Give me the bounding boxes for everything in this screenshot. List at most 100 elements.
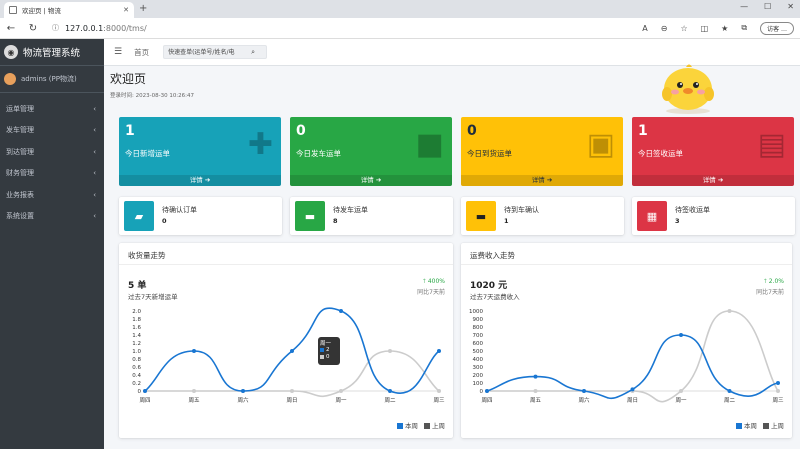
box-icon: ▦ — [637, 201, 667, 231]
data-point — [630, 387, 635, 392]
info-box-value: 0 — [296, 123, 306, 139]
search-input[interactable] — [164, 46, 251, 58]
data-point — [437, 389, 441, 393]
small-box-title: 待签收运单 — [675, 206, 710, 214]
close-tab-icon[interactable]: ✕ — [123, 6, 129, 14]
sidebar-item-dispatch[interactable]: 发车管理 ‹ — [0, 120, 104, 142]
small-box-pending-confirm[interactable]: ▰ 待确认订单 0 — [119, 197, 282, 235]
small-box-title: 待发车运单 — [333, 206, 368, 214]
chart-headline: 5 单 — [128, 281, 147, 291]
x-tick-label: 周三 — [433, 397, 445, 404]
logo-icon: ◉ — [4, 45, 18, 59]
user-panel[interactable]: admins (PP物流) — [0, 66, 104, 93]
chevron-left-icon: ‹ — [93, 126, 96, 135]
search-icon[interactable]: ⌕ — [251, 48, 255, 57]
y-tick-label: 1000 — [469, 309, 483, 315]
legend-item[interactable]: 本周 — [397, 420, 418, 430]
data-point — [290, 349, 294, 353]
y-tick-label: 2.0 — [132, 309, 141, 315]
x-tick-label: 周一 — [675, 397, 687, 404]
folder-open-icon: ▰ — [124, 201, 154, 231]
data-point — [679, 333, 683, 337]
refresh-icon[interactable]: ↻ — [22, 23, 44, 34]
details-link[interactable]: 详情 ➔ — [461, 175, 623, 186]
x-tick-label: 周五 — [530, 397, 542, 404]
arrow-circle-right-icon: ➔ — [546, 176, 553, 184]
line-chart[interactable]: 0 100 200 300 400 500 600 700 800 900 1000 周四 周五 周六 周日… — [461, 303, 792, 418]
url-host: 127.0.0.1 — [65, 23, 104, 33]
y-tick-label: 200 — [473, 373, 484, 379]
menu-toggle-icon[interactable]: ☰ — [114, 47, 122, 57]
sidebar-menu: 运单管理 ‹ 发车管理 ‹ 到达管理 ‹ 财务管理 ‹ 业务报表 ‹ 系统设置 ‹ — [0, 93, 104, 227]
details-link[interactable]: 详情 ➔ — [119, 175, 281, 186]
small-box-value: 1 — [504, 217, 509, 225]
favorite-star-icon[interactable]: ☆ — [680, 24, 687, 33]
guest-profile-button[interactable]: 访客 … — [760, 21, 794, 35]
url-field[interactable]: ⓘ 127.0.0.1:8000/tms/ — [52, 23, 147, 33]
sidebar-item-waybill[interactable]: 运单管理 ‹ — [0, 98, 104, 120]
legend-item[interactable]: 上周 — [424, 420, 445, 430]
new-tab-icon[interactable]: + — [139, 3, 147, 14]
small-box-pending-sign[interactable]: ▦ 待签收运单 3 — [632, 197, 795, 235]
info-icon: ⓘ — [52, 24, 59, 32]
read-aloud-icon[interactable]: A — [642, 24, 647, 33]
minimize-icon[interactable]: — — [740, 2, 748, 11]
collections-icon[interactable]: ⧉ — [741, 23, 747, 33]
brand[interactable]: ◉ 物流管理系统 — [0, 39, 104, 66]
details-link[interactable]: 详情 ➔ — [632, 175, 794, 186]
chart-headline: 1020 元 — [470, 281, 508, 291]
y-tick-label: 300 — [473, 365, 484, 371]
sidebar-item-label: 到达管理 — [6, 147, 34, 156]
y-tick-label: 1.6 — [132, 325, 141, 331]
tooltip-value-last: 0 — [326, 353, 330, 360]
y-tick-label: 1.8 — [132, 317, 141, 323]
quick-search: ⌕ — [163, 45, 268, 59]
favorites-icon[interactable]: ★ — [721, 24, 728, 33]
chart-compare: 同比7天前 — [756, 289, 784, 296]
split-screen-icon[interactable]: ◫ — [701, 24, 709, 33]
small-box-pending-arrival[interactable]: ▬ 待到车确认 1 — [461, 197, 624, 235]
sidebar-item-arrival[interactable]: 到达管理 ‹ — [0, 141, 104, 163]
small-box-title: 待到车确认 — [504, 206, 539, 214]
details-link[interactable]: 详情 ➔ — [290, 175, 452, 186]
sidebar-item-reports[interactable]: 业务报表 ‹ — [0, 184, 104, 206]
home-link[interactable]: 首页 — [134, 47, 149, 58]
y-tick-label: 100 — [473, 381, 484, 387]
info-box-signed: 1 今日签收运单 ▤ 详情 ➔ — [632, 117, 794, 186]
data-point — [679, 389, 683, 393]
data-point — [290, 389, 294, 393]
maximize-icon[interactable]: ☐ — [764, 2, 771, 11]
close-window-icon[interactable]: ✕ — [787, 2, 794, 11]
x-tick-label: 周四 — [481, 397, 492, 404]
y-tick-label: 0.4 — [132, 373, 141, 379]
truck-icon: ■ — [415, 127, 444, 162]
card-title: 收货量走势 — [119, 243, 453, 265]
data-point — [437, 349, 441, 353]
info-box-label: 今日到货运单 — [467, 149, 512, 158]
info-box-label: 今日签收运单 — [638, 149, 683, 158]
chevron-left-icon: ‹ — [93, 104, 96, 113]
x-tick-label: 周六 — [578, 396, 590, 404]
legend-item[interactable]: 本周 — [736, 420, 757, 430]
info-box-label: 今日发车运单 — [296, 149, 341, 158]
x-tick-label: 周二 — [724, 397, 736, 404]
legend-item[interactable]: 上周 — [763, 420, 784, 430]
page-favicon-icon — [9, 6, 17, 14]
chart-change: 🡑 400% — [422, 278, 445, 285]
y-tick-label: 900 — [473, 317, 484, 323]
arrow-up-icon: 🡑 — [763, 278, 767, 285]
chevron-left-icon: ‹ — [93, 190, 96, 199]
small-box-pending-dispatch[interactable]: ▬ 待发车运单 8 — [290, 197, 453, 235]
chart-card-freight: 运费收入走势 1020 元 过去7天运费收入 🡑 2.0% 同比7天前 0 100… — [461, 243, 792, 438]
data-point — [533, 389, 538, 393]
zoom-icon[interactable]: ⊖ — [661, 24, 668, 33]
arrow-circle-right-icon: ➔ — [375, 176, 382, 184]
browser-tab[interactable]: 欢迎页 | 物流 ✕ — [4, 2, 134, 18]
sidebar-item-finance[interactable]: 财务管理 ‹ — [0, 163, 104, 185]
back-icon[interactable]: ← — [0, 23, 22, 34]
sidebar-item-settings[interactable]: 系统设置 ‹ — [0, 206, 104, 228]
chevron-left-icon: ‹ — [93, 147, 96, 156]
data-point — [241, 389, 245, 393]
line-chart[interactable]: 0 0.2 0.4 0.6 0.8 1.0 1.2 1.4 1.6 1.8 2.0 周四 周五 周六 周日 周… — [119, 303, 453, 418]
x-tick-label: 周二 — [384, 397, 396, 404]
